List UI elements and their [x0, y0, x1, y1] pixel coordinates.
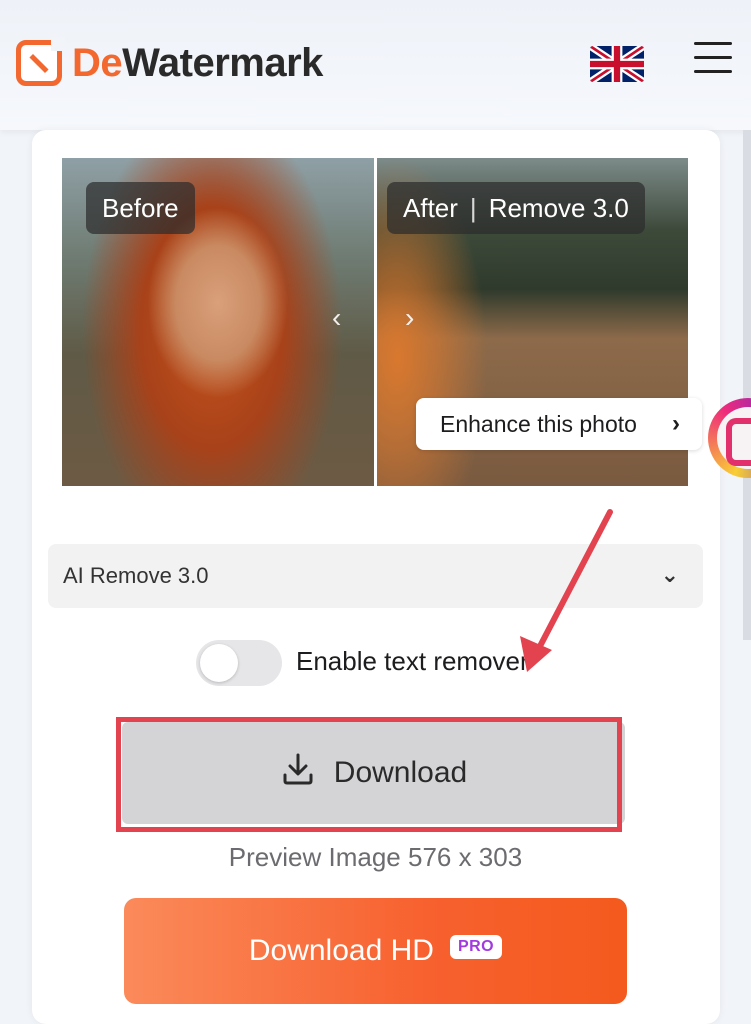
chevron-left-icon: ‹: [332, 302, 342, 333]
text-remover-label: Enable text remover: [296, 646, 529, 676]
chevron-down-icon: ⌄: [660, 562, 679, 587]
chevron-right-icon: ›: [672, 410, 680, 437]
enhance-photo-button[interactable]: Enhance this photo ›: [416, 398, 702, 450]
download-icon: [280, 751, 316, 795]
hamburger-menu-icon[interactable]: [694, 42, 732, 74]
logo-icon: [16, 37, 65, 86]
uk-flag-icon[interactable]: [590, 46, 644, 82]
preview-image-info: Preview Image 576 x 303: [228, 842, 523, 872]
logo[interactable]: DeWatermark: [16, 37, 323, 86]
before-label: Before: [86, 182, 195, 234]
model-select-value: AI Remove 3.0: [63, 563, 209, 588]
chevron-right-icon: ›: [405, 302, 415, 333]
toggle-knob: [200, 644, 238, 682]
header: DeWatermark: [0, 0, 751, 130]
download-hd-button[interactable]: Download HD PRO: [124, 898, 627, 1004]
download-button[interactable]: Download: [122, 722, 625, 824]
text-remover-toggle[interactable]: [196, 640, 282, 686]
enhance-photo-label: Enhance this photo: [440, 410, 637, 437]
model-select[interactable]: AI Remove 3.0 ⌄: [48, 544, 703, 608]
pro-badge: PRO: [449, 935, 503, 959]
comparison-slider-handle[interactable]: [374, 158, 377, 486]
scrollbar[interactable]: [743, 130, 751, 640]
download-hd-label: Download HD: [248, 934, 434, 967]
download-label: Download: [333, 756, 468, 789]
logo-text: DeWatermark: [72, 40, 323, 85]
after-label: After | Remove 3.0: [387, 182, 645, 234]
